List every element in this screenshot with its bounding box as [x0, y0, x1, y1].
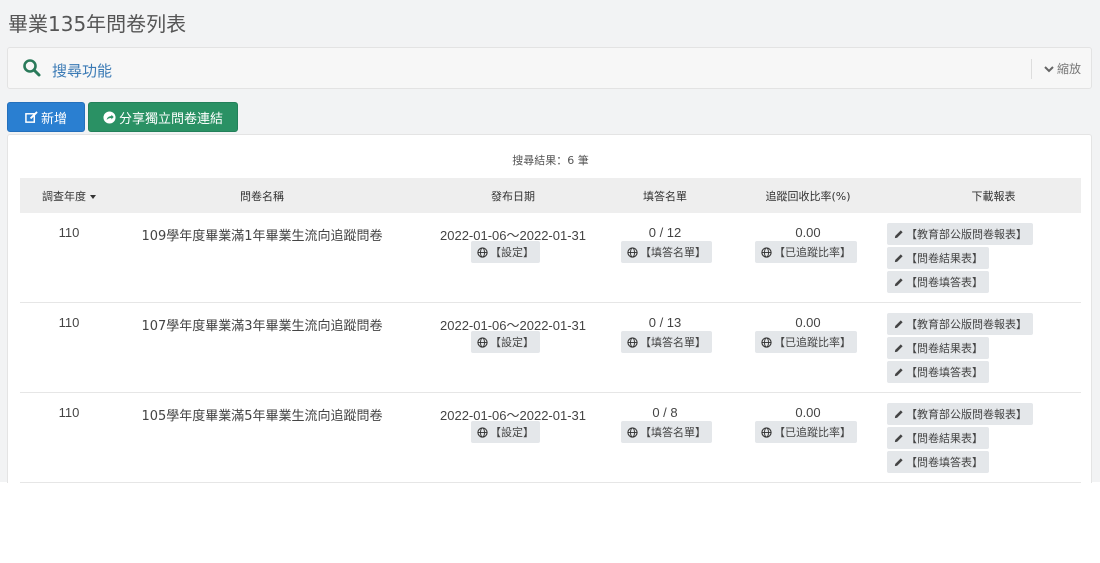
results-panel: 搜尋結果：6 筆 調查年度 問卷名稱 發布日期 填答名單 追蹤回收比率(%) 下… — [7, 134, 1092, 483]
table-header: 調查年度 問卷名稱 發布日期 填答名單 追蹤回收比率(%) 下載報表 — [20, 178, 1081, 213]
globe-icon — [627, 426, 638, 438]
download-result-report-button[interactable]: 【問卷結果表】 — [887, 337, 989, 359]
pencil-icon — [894, 253, 903, 262]
column-header-date: 發布日期 — [491, 190, 535, 203]
respondent-list-button[interactable]: 【填答名單】 — [621, 421, 712, 443]
globe-icon — [761, 246, 772, 258]
sort-caret-icon — [90, 195, 96, 199]
globe-icon — [477, 246, 488, 258]
table-row: 110 105學年度畢業滿5年畢業生流向追蹤問卷 2022-01-06～2022-0… — [20, 393, 1081, 483]
pencil-icon — [894, 319, 903, 328]
tracked-rate-button[interactable]: 【已追蹤比率】 — [755, 241, 857, 263]
search-panel-title: 搜尋功能 — [52, 62, 113, 80]
download-fill-report-button[interactable]: 【問卷填答表】 — [887, 451, 989, 473]
download-result-report-button[interactable]: 【問卷結果表】 — [887, 247, 989, 269]
pencil-icon — [894, 343, 903, 352]
download-ministry-report-button[interactable]: 【教育部公版問卷報表】 — [887, 313, 1033, 335]
tracking-rate-cell: 0.00 — [795, 225, 821, 240]
share-link-button[interactable]: 分享獨立問卷連結 — [88, 102, 238, 132]
share-icon — [103, 110, 116, 124]
globe-icon — [627, 336, 638, 348]
pencil-icon — [894, 229, 903, 238]
search-icon — [23, 59, 41, 77]
add-button[interactable]: 新增 — [7, 102, 85, 132]
globe-icon — [627, 246, 638, 258]
tracked-rate-button[interactable]: 【已追蹤比率】 — [755, 331, 857, 353]
survey-name-cell: 107學年度畢業滿3年畢業生流向追蹤問卷 — [141, 319, 383, 334]
search-panel[interactable]: 搜尋功能 縮放 — [7, 47, 1092, 89]
globe-icon — [761, 336, 772, 348]
chevron-down-icon — [1044, 65, 1054, 72]
column-header-rate: 追蹤回收比率(%) — [765, 190, 851, 203]
respondent-list-button[interactable]: 【填答名單】 — [621, 241, 712, 263]
column-header-name: 問卷名稱 — [240, 190, 284, 203]
globe-icon — [477, 426, 488, 438]
response-count-cell: 0 / 8 — [652, 405, 678, 420]
column-header-list: 填答名單 — [643, 190, 687, 203]
tracking-rate-cell: 0.00 — [795, 315, 821, 330]
add-button-label: 新增 — [40, 111, 67, 127]
year-cell: 110 — [58, 225, 80, 240]
result-count: 搜尋結果：6 筆 — [512, 154, 589, 167]
pencil-icon — [894, 409, 903, 418]
download-fill-report-button[interactable]: 【問卷填答表】 — [887, 271, 989, 293]
pencil-icon — [894, 367, 903, 376]
survey-name-cell: 109學年度畢業滿1年畢業生流向追蹤問卷 — [141, 229, 383, 244]
settings-button[interactable]: 【設定】 — [471, 241, 540, 263]
share-link-label: 分享獨立問卷連結 — [118, 111, 223, 127]
table-row: 110 107學年度畢業滿3年畢業生流向追蹤問卷 2022-01-06～2022-0… — [20, 303, 1081, 393]
download-result-report-button[interactable]: 【問卷結果表】 — [887, 427, 989, 449]
pencil-icon — [894, 457, 903, 466]
collapse-toggle[interactable]: 縮放 — [1043, 60, 1081, 77]
respondent-list-button[interactable]: 【填答名單】 — [621, 331, 712, 353]
response-count-cell: 0 / 13 — [648, 315, 682, 330]
tracking-rate-cell: 0.00 — [795, 405, 821, 420]
year-cell: 110 — [58, 315, 80, 330]
download-ministry-report-button[interactable]: 【教育部公版問卷報表】 — [887, 403, 1033, 425]
download-fill-report-button[interactable]: 【問卷填答表】 — [887, 361, 989, 383]
pencil-icon — [894, 277, 903, 286]
collapse-label: 縮放 — [1057, 62, 1082, 76]
divider — [1031, 59, 1032, 79]
tracked-rate-button[interactable]: 【已追蹤比率】 — [755, 421, 857, 443]
settings-button[interactable]: 【設定】 — [471, 421, 540, 443]
pencil-icon — [894, 433, 903, 442]
response-count-cell: 0 / 12 — [648, 225, 682, 240]
column-header-year[interactable]: 調查年度 — [20, 188, 118, 204]
settings-button[interactable]: 【設定】 — [471, 331, 540, 353]
table-row: 110 109學年度畢業滿1年畢業生流向追蹤問卷 2022-01-06～2022-0… — [20, 213, 1081, 303]
edit-icon — [25, 110, 38, 123]
column-header-download: 下載報表 — [971, 190, 1016, 203]
download-ministry-report-button[interactable]: 【教育部公版問卷報表】 — [887, 223, 1033, 245]
globe-icon — [477, 336, 488, 348]
year-cell: 110 — [58, 405, 80, 420]
globe-icon — [761, 426, 772, 438]
page-title: 畢業135年問卷列表 — [8, 12, 187, 36]
survey-name-cell: 105學年度畢業滿5年畢業生流向追蹤問卷 — [141, 409, 383, 424]
